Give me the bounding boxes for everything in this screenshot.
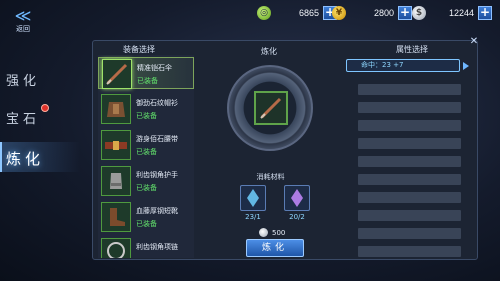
armor-icon <box>101 94 131 124</box>
equip-status: 已装备 <box>136 184 157 192</box>
equip-item[interactable]: 血藤厚钢短靴 已装备 <box>98 201 194 233</box>
equip-status: 已装备 <box>136 220 157 228</box>
refine-title: 炼化 <box>261 47 277 56</box>
equip-item[interactable]: 利齿钢角护手 已装备 <box>98 165 194 197</box>
attr-row[interactable] <box>358 174 461 185</box>
refine-button[interactable]: 炼化 <box>246 239 304 257</box>
gold-coin-icon: ¥ <box>332 6 346 20</box>
equip-name: 利齿钢角护手 <box>136 171 178 179</box>
sword-icon <box>102 59 132 89</box>
equip-title: 装备选择 <box>123 45 155 54</box>
attr-pointer-icon <box>463 62 469 70</box>
back-button[interactable]: ≪ 返回 <box>8 8 38 36</box>
attr-row[interactable] <box>358 228 461 239</box>
tab-gem[interactable]: 宝石 <box>6 108 40 127</box>
material-count: 20/2 <box>289 213 305 221</box>
boots-icon <box>101 202 131 232</box>
material-count: 23/1 <box>245 213 261 221</box>
notification-badge <box>41 104 49 112</box>
tab-refine[interactable]: 炼化 <box>6 148 44 169</box>
refine-slot[interactable] <box>254 91 288 125</box>
attr-row[interactable] <box>358 84 461 95</box>
attr-row[interactable] <box>358 120 461 131</box>
back-label: 返回 <box>16 25 30 33</box>
attr-row[interactable] <box>358 156 461 167</box>
attr-row[interactable] <box>358 192 461 203</box>
equip-status: 已装备 <box>136 112 157 120</box>
equip-item[interactable]: 利齿钢角项链 <box>98 237 194 258</box>
equip-status: 已装备 <box>137 77 158 85</box>
attr-selected-row[interactable]: 命中：23 +7 <box>346 59 460 72</box>
equip-name: 御劲石纹帽衫 <box>136 99 178 107</box>
currency-value: 12244 <box>448 8 474 18</box>
belt-icon <box>101 130 131 160</box>
currency-value: 2800 <box>373 8 394 18</box>
cost-value: 500 <box>272 228 286 237</box>
gauntlet-icon <box>101 166 131 196</box>
silver-coin-icon: $ <box>412 6 426 20</box>
equip-item[interactable]: 精准铠石伞 已装备 <box>98 57 194 89</box>
attr-row[interactable] <box>358 210 461 221</box>
equip-name: 精准铠石伞 <box>137 64 172 72</box>
add-silver-button[interactable]: + <box>478 6 492 20</box>
attr-selected-text: 命中：23 +7 <box>361 61 404 69</box>
equip-item[interactable]: 御劲石纹帽衫 已装备 <box>98 93 194 125</box>
currency-silver: $ 12244 + <box>412 5 492 21</box>
attr-list: 命中：23 +7 <box>344 55 478 258</box>
refine-cost: 500 <box>259 228 285 237</box>
necklace-icon <box>101 238 131 258</box>
attr-row[interactable] <box>358 138 461 149</box>
currency-value: 6865 <box>298 8 319 18</box>
currency-stamina: ◎ 6865 + <box>257 5 337 21</box>
attr-title: 属性选择 <box>396 45 428 54</box>
refine-area: 炼化 消耗材料 23/1 20/2 500 炼化 <box>201 42 340 258</box>
close-icon[interactable]: ✕ <box>466 34 482 50</box>
currency-gold: ¥ 2800 + <box>332 5 412 21</box>
back-chevron-icon: ≪ <box>14 6 32 25</box>
equip-status: 已装备 <box>136 148 157 156</box>
silver-coin-icon <box>259 228 268 237</box>
stamina-icon: ◎ <box>257 6 271 20</box>
sky-crystal-icon[interactable] <box>240 185 266 211</box>
tab-strengthen[interactable]: 强化 <box>6 70 40 89</box>
equip-list: 精准铠石伞 已装备 御劲石纹帽衫 已装备 游身佰石腰带 已装备 利齿钢角护手 已… <box>98 55 194 258</box>
equip-name: 利齿钢角项链 <box>136 243 178 251</box>
materials-title: 消耗材料 <box>256 173 285 181</box>
attr-row[interactable] <box>358 102 461 113</box>
equip-item[interactable]: 游身佰石腰带 已装备 <box>98 129 194 161</box>
equip-name: 游身佰石腰带 <box>136 135 178 143</box>
equip-name: 血藤厚钢短靴 <box>136 207 178 215</box>
add-gold-button[interactable]: + <box>398 6 412 20</box>
purple-crystal-icon[interactable] <box>284 185 310 211</box>
attr-row[interactable] <box>358 246 461 257</box>
